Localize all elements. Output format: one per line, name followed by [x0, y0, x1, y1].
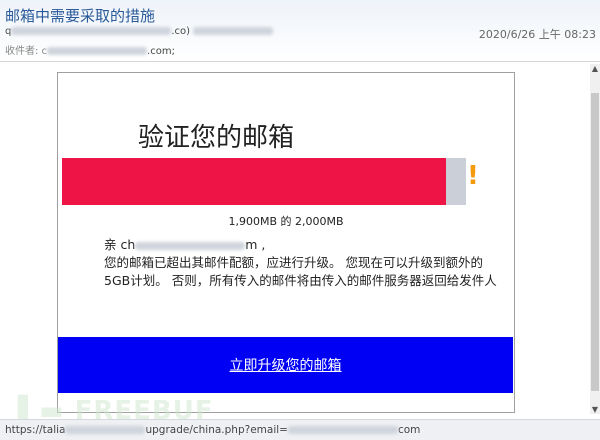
upgrade-button[interactable]: 立即升级您的邮箱 [58, 337, 513, 393]
usage-text: 1,900MB 的 2,000MB [228, 215, 344, 228]
storage-usage-bar [62, 158, 466, 205]
email-subject: 邮箱中需要采取的措施 [5, 7, 156, 25]
message-text: 您的邮箱已超出其邮件配额，应进行升级。 您现在可以升级到额外的5GB计划。 否则… [104, 255, 497, 288]
redacted [135, 241, 246, 250]
scroll-up-icon[interactable]: ▲ [590, 64, 600, 73]
scroll-down-icon[interactable]: ▼ [590, 405, 600, 414]
redacted [65, 426, 146, 434]
redacted [11, 27, 172, 35]
message-body: 亲 ch m , 您的邮箱已超出其邮件配额，应进行升级。 您现在可以升级到额外的5… [104, 236, 504, 290]
scrollbar[interactable]: ▲ ▼ [590, 64, 600, 414]
upgrade-link[interactable]: 立即升级您的邮箱 [230, 355, 342, 375]
greeting: 亲 ch m , [104, 237, 266, 252]
email-body-card: 验证您的邮箱 ! 1,900MB 的 2,000MB 亲 ch m , 您的邮箱已… [57, 72, 515, 413]
redacted [287, 426, 398, 434]
email-header: 邮箱中需要采取的措施 q .co) 收件者: c .com; 2020/6/26 上… [0, 0, 600, 62]
redacted [193, 27, 274, 35]
storage-usage-fill [62, 158, 446, 205]
card-title: 验证您的邮箱 [138, 123, 295, 153]
status-bar-url: https://talia upgrade/china.php?email= com [0, 419, 600, 440]
email-date: 2020/6/26 上午 08:23 [478, 28, 596, 41]
warning-icon: ! [467, 161, 479, 191]
email-sender[interactable]: q .co) [5, 26, 274, 37]
scrollbar-thumb[interactable] [591, 93, 599, 391]
email-recipient: 收件者: c .com; [5, 46, 175, 57]
redacted [47, 47, 148, 55]
